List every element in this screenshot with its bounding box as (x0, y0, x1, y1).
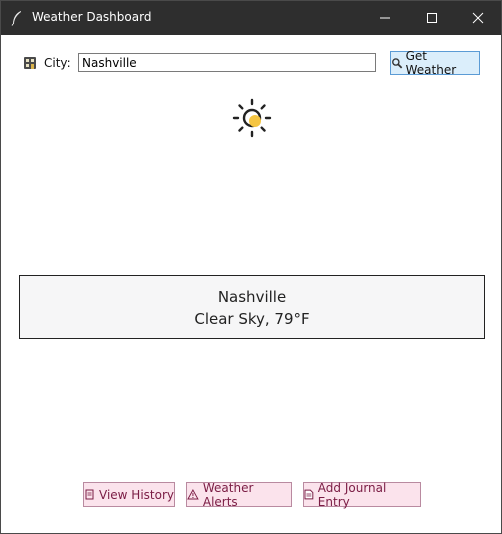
view-history-label: View History (99, 487, 174, 502)
add-journal-entry-button[interactable]: Add Journal Entry (303, 480, 421, 509)
journal-page-icon (304, 489, 314, 500)
feather-icon (11, 11, 21, 26)
result-city: Nashville (217, 288, 287, 306)
weather-alerts-button[interactable]: Weather Alerts (186, 480, 292, 509)
magnifier-icon (392, 58, 403, 69)
weather-result-panel: Nashville Clear Sky, 79°F (19, 275, 485, 339)
maximize-icon (427, 13, 437, 23)
city-input[interactable] (78, 53, 376, 72)
window-title: Weather Dashboard (32, 10, 152, 24)
minimize-icon (380, 17, 390, 19)
get-weather-button[interactable]: Get Weather (390, 49, 480, 77)
sun-icon (232, 98, 272, 138)
get-weather-label: Get Weather (405, 49, 457, 77)
city-label: City: (44, 56, 71, 70)
title-bar[interactable]: Weather Dashboard (1, 1, 501, 35)
weather-alerts-label: Weather Alerts (202, 480, 254, 509)
close-button[interactable] (455, 1, 501, 35)
warning-icon (187, 489, 199, 500)
close-icon (472, 12, 484, 24)
maximize-button[interactable] (409, 1, 455, 35)
minimize-button[interactable] (362, 1, 408, 35)
view-history-button[interactable]: View History (83, 482, 175, 507)
city-building-icon (24, 57, 36, 69)
add-journal-entry-label: Add Journal Entry (317, 480, 387, 509)
history-scroll-icon (85, 489, 94, 500)
app-window: Weather Dashboard City: Nashville Get We… (0, 0, 502, 534)
result-condition: Clear Sky, 79°F (194, 310, 310, 328)
